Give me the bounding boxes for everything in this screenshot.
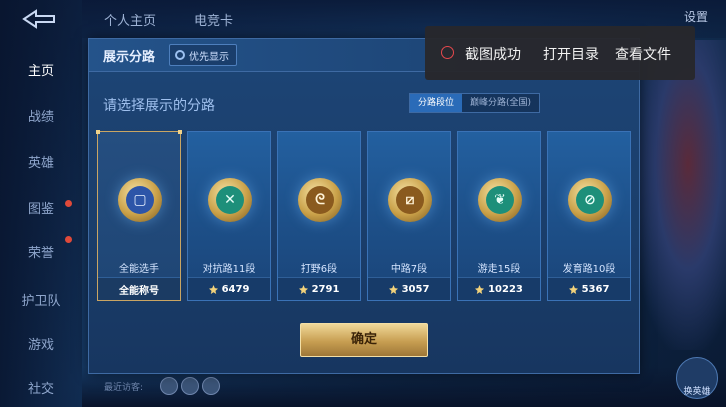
settings-button[interactable]: 设置	[684, 8, 708, 25]
lane-card-farm[interactable]: ⊘ 发育路10段 5367	[547, 131, 631, 301]
lane-badge-icon: ✕	[208, 178, 252, 222]
recent-visitors-label: 最近访客:	[104, 383, 144, 393]
lane-badge-icon: ▢	[118, 178, 162, 222]
side-navigation: 主页 战绩 英雄 图鉴 荣誉 护卫队 游戏 社交	[0, 0, 82, 407]
roam-lane-icon: ❦	[494, 192, 506, 208]
dialog-subtitle: 请选择展示的分路	[103, 98, 215, 114]
rank-score: 6479	[221, 283, 250, 295]
lane-card-label: 游走15段	[477, 264, 521, 275]
nav-item-heroes[interactable]: 英雄	[0, 152, 82, 171]
background-character	[631, 40, 726, 350]
rank-score: 5367	[581, 283, 610, 295]
lane-card-label: 对抗路11段	[202, 264, 256, 275]
dialog-title: 展示分路	[103, 50, 156, 65]
nav-item-home[interactable]: 主页	[0, 60, 82, 79]
tab-esports-card[interactable]: 电竞卡	[194, 10, 233, 29]
all-round-title: 全能称号	[119, 285, 159, 297]
rank-score: 2791	[311, 283, 340, 295]
lane-card-roam[interactable]: ❦ 游走15段 10223	[457, 131, 541, 301]
lane-card-list: ▢ 全能选手 全能称号 ✕ 对抗路11段 6479 ᘓ 打野6段 2791 ⧄ …	[96, 130, 631, 303]
nav-item-social[interactable]: 社交	[0, 378, 82, 397]
toast-message: 截图成功	[465, 47, 521, 63]
jungle-lane-icon: ᘓ	[315, 192, 325, 208]
lane-card-label: 发育路10段	[562, 264, 616, 275]
tab-profile[interactable]: 个人主页	[104, 10, 156, 29]
visitor-avatar[interactable]	[181, 377, 199, 395]
lane-card-label: 全能选手	[119, 264, 159, 275]
segment-peak-lane[interactable]: 巅峰分路(全国)	[462, 94, 540, 112]
lane-card-jungle[interactable]: ᘓ 打野6段 2791	[277, 131, 361, 301]
priority-display-button[interactable]: 优先显示	[169, 44, 237, 66]
lane-card-label: 中路7段	[390, 264, 428, 275]
nav-item-games[interactable]: 游戏	[0, 334, 82, 353]
notification-dot	[65, 200, 72, 207]
rank-star-icon	[388, 284, 398, 294]
lane-card-footer: 2791	[278, 277, 360, 300]
nav-item-honor[interactable]: 荣誉	[0, 242, 82, 261]
open-directory-link[interactable]: 打开目录	[543, 44, 599, 64]
lane-card-footer: 全能称号	[98, 277, 180, 300]
lane-badge-icon: ᘓ	[298, 178, 342, 222]
rank-star-icon	[298, 284, 308, 294]
lane-display-dialog: 展示分路 优先显示 请选择展示的分路 分路段位 巅峰分路(全国) ▢ 全能选手 …	[88, 38, 640, 374]
nav-item-guardian[interactable]: 护卫队	[0, 290, 82, 309]
back-arrow-icon[interactable]	[20, 8, 60, 30]
lane-card-label: 打野6段	[300, 264, 338, 275]
lane-badge-icon: ❦	[478, 178, 522, 222]
view-file-link[interactable]: 查看文件	[615, 44, 671, 64]
confirm-button[interactable]: 确定	[300, 323, 428, 357]
gear-icon	[175, 50, 185, 60]
farm-lane-icon: ⊘	[584, 192, 596, 208]
nav-item-records[interactable]: 战绩	[0, 106, 82, 125]
rank-score: 10223	[488, 283, 523, 295]
lane-card-clash[interactable]: ✕ 对抗路11段 6479	[187, 131, 271, 301]
notification-dot	[65, 236, 72, 243]
lane-badge-icon: ⧄	[388, 178, 432, 222]
screenshot-toast: 截图成功 打开目录 查看文件	[425, 26, 695, 80]
visitor-avatar[interactable]	[160, 377, 178, 395]
lane-card-mid[interactable]: ⧄ 中路7段 3057	[367, 131, 451, 301]
all-round-icon: ▢	[133, 192, 147, 208]
selection-corner	[178, 130, 182, 134]
clash-lane-icon: ✕	[224, 192, 236, 208]
change-hero-label: 换英雄	[683, 387, 711, 397]
change-hero-button[interactable]: 换英雄	[676, 357, 718, 399]
rank-star-icon	[568, 284, 578, 294]
rank-star-icon	[475, 284, 485, 294]
lane-card-footer: 3057	[368, 277, 450, 300]
rank-star-icon	[208, 284, 218, 294]
lane-card-footer: 5367	[548, 277, 630, 300]
lane-card-footer: 6479	[188, 277, 270, 300]
lane-card-all-round[interactable]: ▢ 全能选手 全能称号	[96, 130, 182, 301]
check-circle-icon	[441, 46, 454, 59]
visitor-avatar[interactable]	[202, 377, 220, 395]
selection-corner	[96, 130, 100, 134]
priority-display-label: 优先显示	[189, 51, 229, 63]
lane-badge-icon: ⊘	[568, 178, 612, 222]
mid-lane-icon: ⧄	[405, 192, 415, 208]
segment-lane-rank[interactable]: 分路段位	[410, 94, 463, 112]
lane-card-footer: 10223	[458, 277, 540, 300]
segment-toggle: 分路段位 巅峰分路(全国)	[409, 93, 541, 113]
rank-score: 3057	[401, 283, 430, 295]
